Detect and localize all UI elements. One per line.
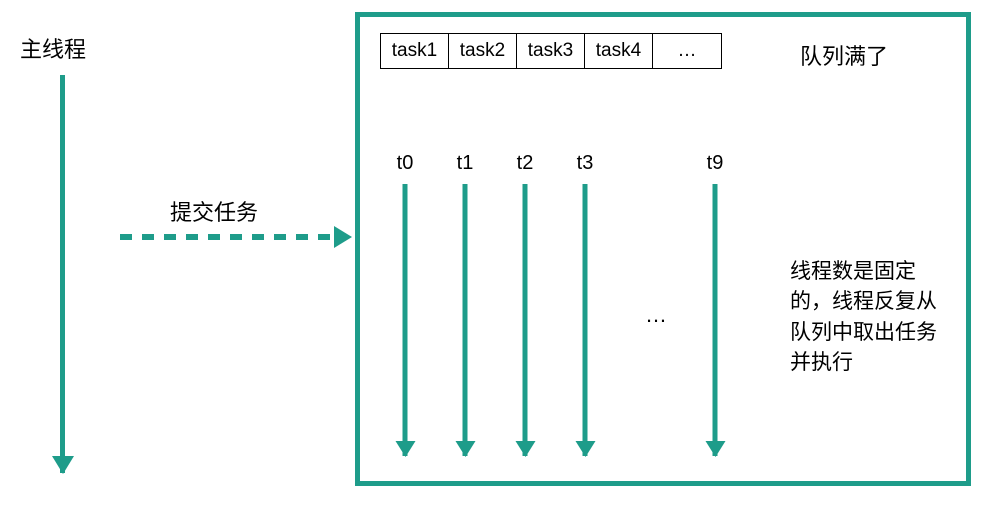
thread-label: t3 [577, 152, 594, 175]
main-thread-label: 主线程 [20, 32, 86, 64]
thread-arrow [713, 184, 718, 456]
thread-label: t1 [457, 152, 474, 175]
submit-task-label: 提交任务 [170, 195, 258, 227]
thread-arrow [463, 184, 468, 456]
threads-ellipsis: … [645, 302, 667, 328]
task-queue: task1 task2 task3 task4 … [380, 33, 722, 69]
thread-label: t0 [397, 152, 414, 175]
main-thread-arrow [60, 75, 65, 473]
queue-cell: … [653, 34, 721, 68]
queue-cell: task2 [449, 34, 517, 68]
thread-arrow [523, 184, 528, 456]
queue-cell: task4 [585, 34, 653, 68]
thread-label: t9 [707, 152, 724, 175]
thread-label: t2 [517, 152, 534, 175]
submit-task-arrow [120, 234, 336, 240]
queue-cell: task3 [517, 34, 585, 68]
thread-pool-box: task1 task2 task3 task4 … 队列满了 t0 t1 t2 … [355, 12, 971, 486]
queue-full-label: 队列满了 [800, 39, 888, 71]
queue-cell: task1 [381, 34, 449, 68]
thread-arrow [583, 184, 588, 456]
pool-description: 线程数是固定的，线程反复从队列中取出任务并执行 [790, 257, 955, 379]
thread-arrow [403, 184, 408, 456]
